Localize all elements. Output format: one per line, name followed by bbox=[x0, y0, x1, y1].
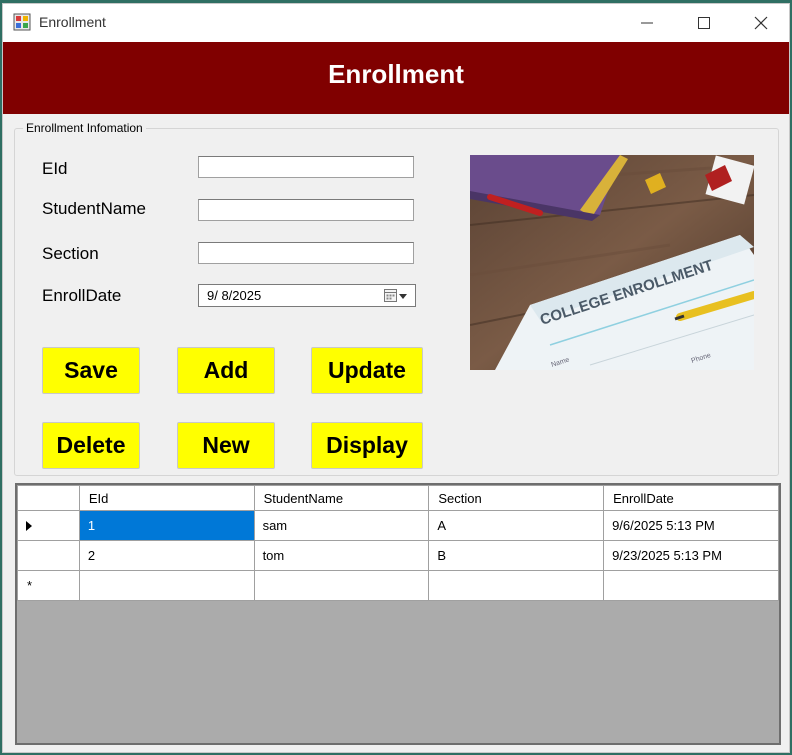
row-header-cell[interactable]: * bbox=[17, 570, 80, 601]
student-name-input[interactable] bbox=[198, 199, 414, 221]
cell-student-name[interactable]: sam bbox=[253, 510, 430, 541]
new-row[interactable]: * bbox=[17, 570, 779, 601]
cell-eid[interactable]: 2 bbox=[78, 540, 255, 571]
group-title: Enrollment Infomation bbox=[23, 121, 146, 135]
cell-enroll-date[interactable] bbox=[603, 570, 779, 601]
close-button[interactable] bbox=[732, 4, 790, 42]
enrollment-window: Enrollment Enrollment Enrollment Infomat… bbox=[2, 3, 790, 753]
grid-header-row: EId StudentName Section EnrollDate bbox=[17, 485, 779, 511]
column-header-eid[interactable]: EId bbox=[78, 485, 255, 511]
column-header-student-name[interactable]: StudentName bbox=[253, 485, 430, 511]
delete-button[interactable]: Delete bbox=[42, 422, 140, 469]
college-enrollment-photo: COLLEGE ENROLLMENT Name Phone bbox=[470, 155, 754, 370]
enrollment-data-grid[interactable]: EId StudentName Section EnrollDate 1 sam… bbox=[15, 483, 781, 745]
window-title: Enrollment bbox=[39, 14, 106, 30]
cell-eid[interactable]: 1 bbox=[78, 510, 255, 541]
cell-student-name[interactable]: tom bbox=[253, 540, 430, 571]
current-row-arrow-icon bbox=[26, 520, 32, 531]
student-name-label: StudentName bbox=[42, 199, 146, 218]
column-header-section[interactable]: Section bbox=[428, 485, 605, 511]
page-title: Enrollment bbox=[328, 59, 464, 89]
maximize-icon bbox=[698, 17, 710, 29]
forms-app-icon bbox=[13, 13, 31, 31]
row-header-cell[interactable] bbox=[17, 540, 80, 571]
enroll-date-value: 9/ 8/2025 bbox=[207, 288, 262, 303]
grid-table: EId StudentName Section EnrollDate 1 sam… bbox=[17, 485, 779, 601]
cell-eid[interactable] bbox=[78, 570, 255, 601]
cell-enroll-date[interactable]: 9/6/2025 5:13 PM bbox=[603, 510, 779, 541]
minimize-button[interactable] bbox=[618, 4, 676, 42]
maximize-button[interactable] bbox=[675, 4, 733, 42]
table-row[interactable]: 2 tom B 9/23/2025 5:13 PM bbox=[17, 540, 779, 571]
section-label: Section bbox=[42, 244, 99, 263]
close-icon bbox=[754, 16, 768, 30]
new-button[interactable]: New bbox=[177, 422, 275, 469]
minimize-icon bbox=[641, 22, 653, 24]
section-input[interactable] bbox=[198, 242, 414, 264]
calendar-dropdown-icon[interactable] bbox=[384, 289, 410, 303]
save-button[interactable]: Save bbox=[42, 347, 140, 394]
header-banner: Enrollment bbox=[3, 42, 789, 114]
display-button[interactable]: Display bbox=[311, 422, 423, 469]
column-header-enroll-date[interactable]: EnrollDate bbox=[603, 485, 779, 511]
enrollment-image: COLLEGE ENROLLMENT Name Phone bbox=[470, 155, 754, 370]
cell-section[interactable] bbox=[428, 570, 605, 601]
enroll-date-picker[interactable]: 9/ 8/2025 bbox=[198, 284, 416, 307]
cell-section[interactable]: A bbox=[428, 510, 605, 541]
table-row[interactable]: 1 sam A 9/6/2025 5:13 PM bbox=[17, 510, 779, 541]
cell-student-name[interactable] bbox=[253, 570, 430, 601]
eid-label: EId bbox=[42, 159, 68, 178]
enroll-date-label: EnrollDate bbox=[42, 286, 122, 305]
new-row-asterisk-icon: * bbox=[27, 577, 33, 593]
row-header-cell[interactable] bbox=[17, 510, 80, 541]
cell-enroll-date[interactable]: 9/23/2025 5:13 PM bbox=[603, 540, 779, 571]
update-button[interactable]: Update bbox=[311, 347, 423, 394]
corner-header-cell[interactable] bbox=[17, 485, 80, 511]
eid-input[interactable] bbox=[198, 156, 414, 178]
cell-section[interactable]: B bbox=[428, 540, 605, 571]
add-button[interactable]: Add bbox=[177, 347, 275, 394]
title-bar[interactable]: Enrollment bbox=[3, 4, 789, 42]
